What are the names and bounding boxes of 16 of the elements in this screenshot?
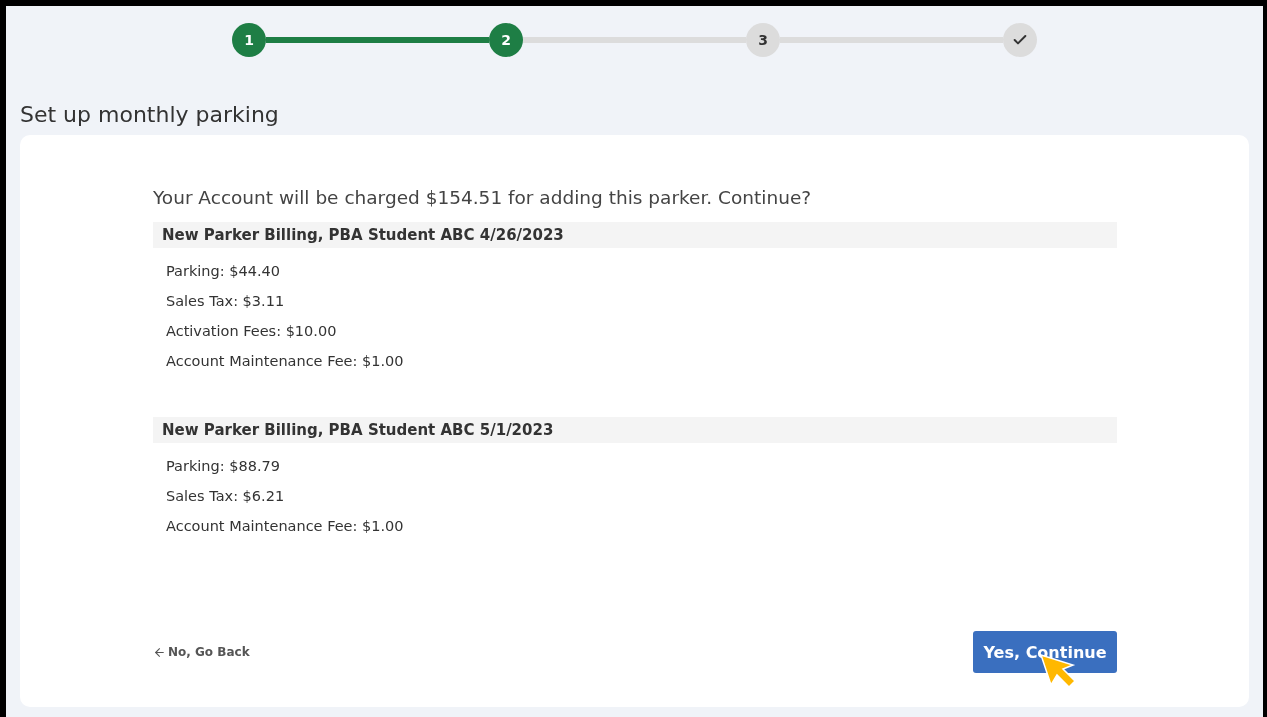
billing-line: Account Maintenance Fee: $1.00	[165, 517, 405, 536]
billing-line: Account Maintenance Fee: $1.00	[165, 352, 405, 371]
page-title: Set up monthly parking	[20, 102, 280, 127]
billing-header: New Parker Billing, PBA Student ABC 5/1/2023	[153, 417, 1117, 443]
billing-line: Parking: $44.40	[165, 262, 281, 281]
billing-line: Sales Tax: $3.11	[165, 292, 286, 311]
step-circle: 2	[489, 22, 523, 57]
step-circle: 1	[232, 22, 266, 57]
arrow-left-icon	[153, 645, 166, 659]
step-circle: 3	[746, 22, 780, 57]
billing-line: Parking: $88.79	[165, 457, 281, 476]
back-link[interactable]: No, Go Back	[153, 645, 250, 659]
billing-line: Activation Fees: $10.00	[165, 322, 338, 341]
charge-message: Your Account will be charged $154.51 for adding this parker. Continue?	[153, 187, 813, 208]
billing-line: Sales Tax: $6.21	[165, 487, 286, 506]
billing-header: New Parker Billing, PBA Student ABC 4/26/2023	[153, 222, 1117, 248]
